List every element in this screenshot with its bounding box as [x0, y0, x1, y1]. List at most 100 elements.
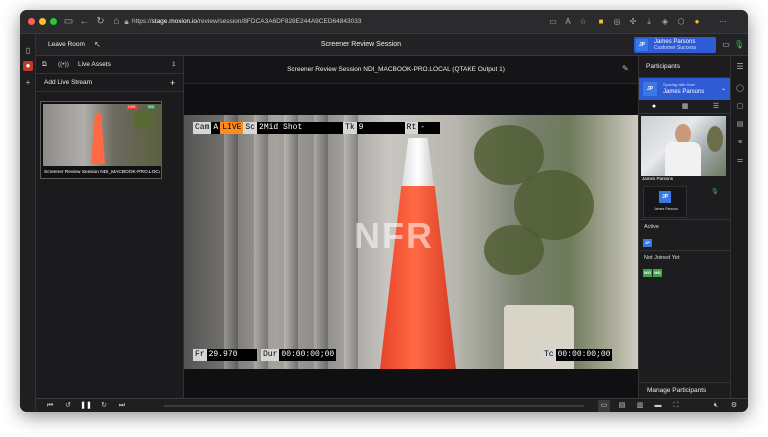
thumbnail-live-badge: LIVE: [127, 105, 137, 109]
chat-bubble-icon[interactable]: ▢: [735, 102, 745, 112]
layout-grid-icon[interactable]: ▤: [616, 400, 628, 412]
minimize-window-button[interactable]: [39, 18, 46, 25]
back-arrow-icon[interactable]: ←: [78, 15, 91, 28]
add-live-stream-button[interactable]: +: [170, 74, 175, 92]
pencil-icon[interactable]: ✎: [622, 64, 632, 76]
layout-single-icon[interactable]: ▭: [598, 400, 610, 412]
roll-value: -: [420, 123, 426, 132]
scene-key: Sc: [243, 122, 258, 134]
active-label: Active: [644, 224, 659, 230]
thumbnail-image: LIVE NDI: [43, 104, 161, 166]
account-icon[interactable]: ●: [692, 16, 702, 27]
video-stage: NFR Cam A LIVE Sc 2Mid Shot Tk 9 Rt - Fr 29.970 D…: [184, 84, 638, 398]
address-bar[interactable]: https://stage.moxion.io/review/session/8…: [132, 15, 562, 29]
extension-icon[interactable]: ◎: [612, 16, 622, 27]
pocket-icon[interactable]: ◈: [660, 16, 670, 27]
timecode-overlay: Tc 00:00:00;00: [542, 349, 613, 361]
sidebar-toggle-icon[interactable]: ▯: [23, 46, 33, 56]
download-icon[interactable]: ⤓: [644, 16, 654, 27]
fullscreen-icon[interactable]: ⛶: [670, 400, 682, 412]
rewind-icon[interactable]: ↺: [62, 400, 74, 412]
user-role: Customer Success: [654, 45, 696, 51]
stream-title: Screener Review Session NDI_MACBOOK-PRO.…: [287, 66, 505, 73]
cam-key: Cam: [193, 122, 212, 134]
not-joined-avatar[interactable]: WG: [643, 269, 652, 277]
more-icon[interactable]: ⋯: [718, 16, 728, 27]
active-section: Active: [639, 219, 731, 233]
list-icon[interactable]: ☰: [701, 100, 731, 114]
pause-icon[interactable]: ❚❚: [80, 400, 92, 412]
participants-panel: Participants JP Syncing with Host James …: [638, 56, 748, 398]
close-window-button[interactable]: [28, 18, 35, 25]
refresh-icon[interactable]: ↻: [94, 15, 107, 28]
duration-overlay: Dur 00:00:00;00: [261, 349, 337, 361]
live-assets-count: 1: [172, 61, 176, 68]
participants-label: Participants: [646, 63, 680, 70]
tc-value: 00:00:00;00: [557, 350, 611, 359]
lamp-body: [380, 186, 456, 369]
speaker-avatar: JP: [643, 82, 657, 96]
tc-key: Tc: [542, 349, 556, 361]
browser-window: ▭ ← ↻ ⌂ 🔒︎ https://stage.moxion.io/revie…: [20, 10, 748, 412]
list-filter-icon[interactable]: ≡: [735, 138, 745, 148]
translate-icon[interactable]: A: [563, 16, 573, 27]
mic-active-icon: 🎙︎: [711, 189, 719, 195]
people-icon[interactable]: ◯: [735, 84, 745, 94]
take-value: 9: [358, 123, 364, 132]
participant-camera-feed[interactable]: [641, 116, 726, 176]
user-menu[interactable]: JP James Parsons Customer Success: [634, 37, 716, 53]
sliders-icon[interactable]: ⚌: [735, 156, 745, 166]
notes-icon[interactable]: ▤: [735, 120, 745, 130]
scene-value: 2Mid Shot: [259, 123, 303, 132]
skip-forward-icon[interactable]: ⏭︎: [116, 400, 128, 412]
dur-value: 00:00:00;00: [281, 350, 335, 359]
forward-icon[interactable]: ↻: [98, 400, 110, 412]
participant-tile[interactable]: JP James Parsons: [643, 186, 687, 218]
star-icon[interactable]: ☆: [578, 16, 588, 27]
broadcast-icon: ((•)): [58, 61, 69, 68]
shield-icon[interactable]: ⬡: [676, 16, 686, 27]
settings-icon[interactable]: ⚙: [728, 400, 740, 412]
not-joined-avatar[interactable]: MG: [653, 269, 662, 277]
microphone-icon[interactable]: 🎙︎: [733, 34, 745, 56]
add-live-stream-label: Add Live Stream: [44, 79, 93, 86]
record-icon[interactable]: ●: [23, 61, 33, 71]
fr-key: Fr: [193, 349, 207, 361]
slate-overlay: Cam A LIVE Sc 2Mid Shot Tk 9 Rt -: [193, 122, 441, 134]
maximize-window-button[interactable]: [50, 18, 57, 25]
tile-avatar: JP: [659, 191, 671, 203]
active-speaker-row[interactable]: JP Syncing with Host James Parsons ⌄: [639, 78, 731, 100]
skip-back-icon[interactable]: ⏮︎: [44, 400, 56, 412]
layout-wide-icon[interactable]: ▬: [652, 400, 664, 412]
nfr-watermark: NFR: [354, 215, 434, 256]
extension-yellow-icon[interactable]: ■: [596, 16, 606, 27]
camera-icon[interactable]: ▭: [720, 34, 732, 56]
take-key: Tk: [343, 122, 357, 134]
layout-side-icon[interactable]: ▥: [634, 400, 646, 412]
chevron-down-icon[interactable]: ⌄: [721, 85, 726, 92]
add-icon[interactable]: +: [23, 78, 33, 88]
person-icon[interactable]: ●: [639, 100, 669, 114]
volume-mute-icon[interactable]: 🔇︎: [710, 400, 722, 412]
participant-view-tabs: ● ▦ ☰: [639, 100, 731, 114]
url-scheme: https://: [132, 18, 152, 25]
user-avatar: JP: [636, 39, 648, 51]
video-player[interactable]: NFR Cam A LIVE Sc 2Mid Shot Tk 9 Rt - Fr 29.970 D…: [184, 115, 638, 369]
stream-header: Screener Review Session NDI_MACBOOK-PRO.…: [184, 56, 638, 84]
right-tool-rail: ☰ ◯ ▢ ▤ ≡ ⚌: [730, 56, 748, 398]
cam-value: A: [213, 123, 219, 132]
live-stream-thumbnail[interactable]: LIVE NDI Screener Review Session NDI_MAC…: [40, 101, 162, 179]
puzzle-icon[interactable]: ✣: [628, 16, 638, 27]
player-controls: ⏮︎ ↺ ❚❚ ↻ ⏭︎ ▭ ▤ ▥ ▬ ⛶ 🔇︎ ⚙: [36, 398, 748, 412]
menu-icon[interactable]: ☰: [735, 62, 745, 72]
thumbnail-ndi-badge: NDI: [147, 105, 156, 109]
url-path: /review/session/8FDCA3A6DF828E244A9CED64…: [197, 18, 362, 25]
grid-icon[interactable]: ▦: [670, 100, 700, 114]
add-live-stream-row[interactable]: Add Live Stream +: [36, 74, 184, 92]
active-participant-avatar[interactable]: JP: [643, 239, 652, 247]
scrub-bar[interactable]: [164, 405, 584, 407]
dur-key: Dur: [261, 349, 280, 361]
sidebar-icon[interactable]: ▭: [62, 15, 75, 28]
live-assets-header[interactable]: ⧉ ((•)) Live Assets 1: [36, 56, 184, 74]
cast-icon[interactable]: ▭: [548, 16, 558, 27]
